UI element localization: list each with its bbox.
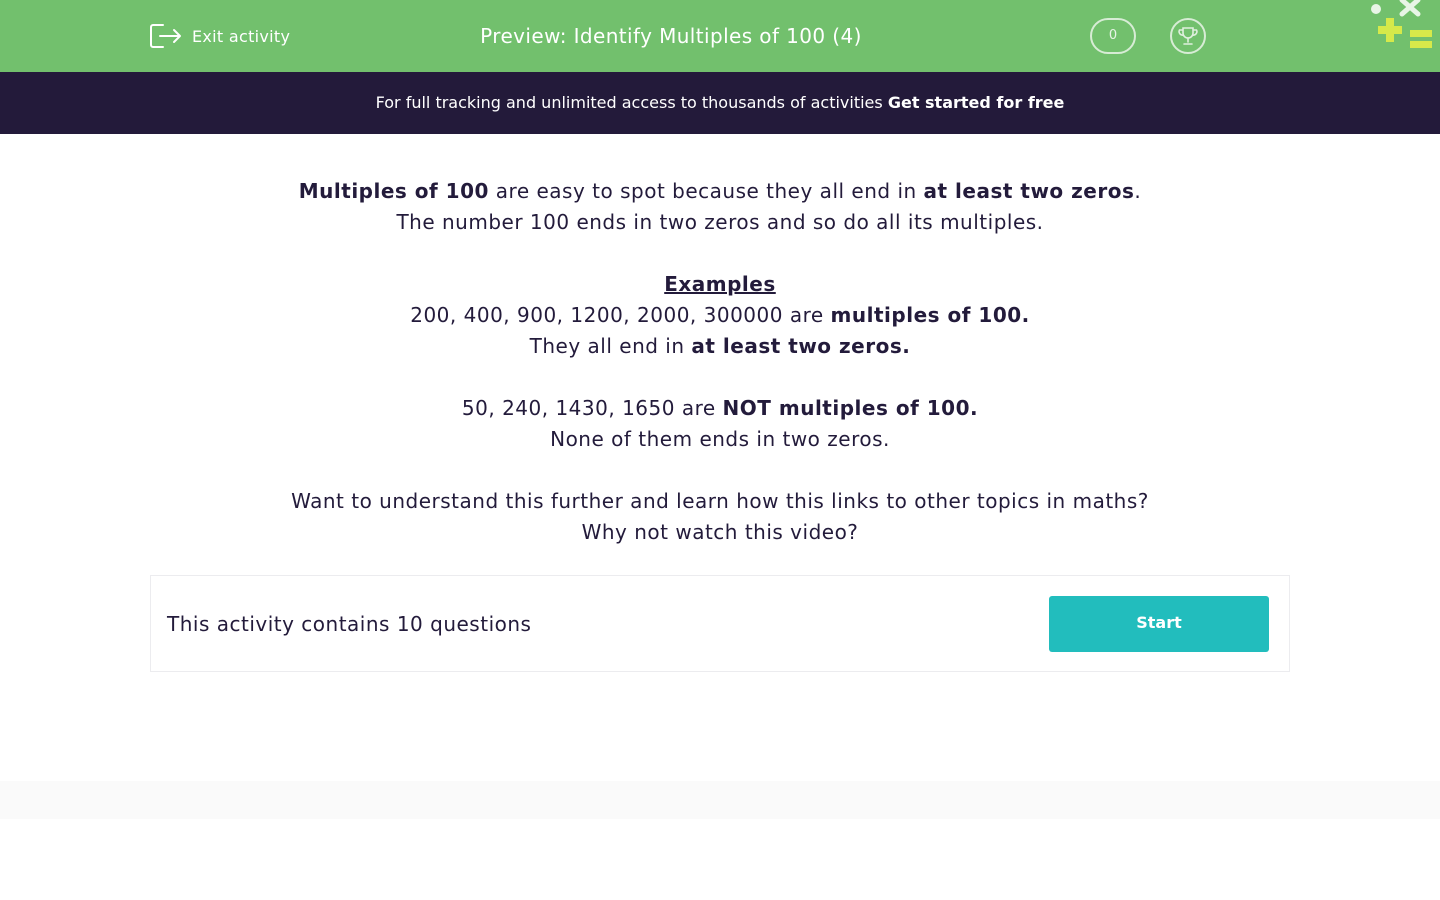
example-line-1: 200, 400, 900, 1200, 2000, 300000 are mu… [150, 300, 1290, 331]
get-started-link[interactable]: Get started for free [888, 93, 1065, 112]
intro-line-1: Multiples of 100 are easy to spot becaus… [150, 176, 1290, 207]
example-line-3: 50, 240, 1430, 1650 are NOT multiples of… [150, 393, 1290, 424]
intro-text: 200, 400, 900, 1200, 2000, 300000 are [410, 303, 831, 327]
intro-text: . [1134, 179, 1142, 203]
intro-line-2: The number 100 ends in two zeros and so … [396, 210, 1044, 234]
example-line-2: They all end in at least two zeros. [150, 331, 1290, 362]
bold-text: at least two zeros. [691, 334, 911, 358]
trophy-button[interactable] [1170, 18, 1206, 54]
score-badge: 0 [1090, 18, 1136, 54]
top-bar: Exit activity Preview: Identify Multiple… [0, 0, 1440, 72]
question-count-text: This activity contains 10 questions [167, 612, 532, 636]
bold-text: Multiples of 100 [298, 179, 489, 203]
promo-banner: For full tracking and unlimited access t… [0, 72, 1440, 134]
footer-strip [0, 781, 1440, 819]
bold-text: NOT multiples of 100. [722, 396, 979, 420]
examples-heading: Examples [664, 272, 776, 296]
trophy-icon [1178, 27, 1198, 45]
further-line-1: Want to understand this further and lear… [291, 489, 1149, 513]
promo-text: For full tracking and unlimited access t… [375, 93, 888, 112]
page-title: Preview: Identify Multiples of 100 (4) [480, 24, 862, 48]
exit-activity-label: Exit activity [192, 26, 291, 46]
start-button[interactable]: Start [1049, 596, 1269, 652]
bold-text: at least two zeros [923, 179, 1135, 203]
exit-icon [150, 24, 181, 48]
intro-text: are easy to spot because they all end in [488, 179, 924, 203]
activity-card: This activity contains 10 questions Star… [150, 575, 1290, 672]
logo [1371, 0, 1432, 48]
intro-text: They all end in [529, 334, 692, 358]
exit-activity-button[interactable]: Exit activity [149, 20, 290, 52]
intro-content: Multiples of 100 are easy to spot becaus… [150, 176, 1290, 548]
bold-text: multiples of 100. [830, 303, 1030, 327]
further-line-2: Why not watch this video? [581, 520, 859, 544]
example-line-4: None of them ends in two zeros. [550, 427, 890, 451]
intro-text: 50, 240, 1430, 1650 are [461, 396, 723, 420]
